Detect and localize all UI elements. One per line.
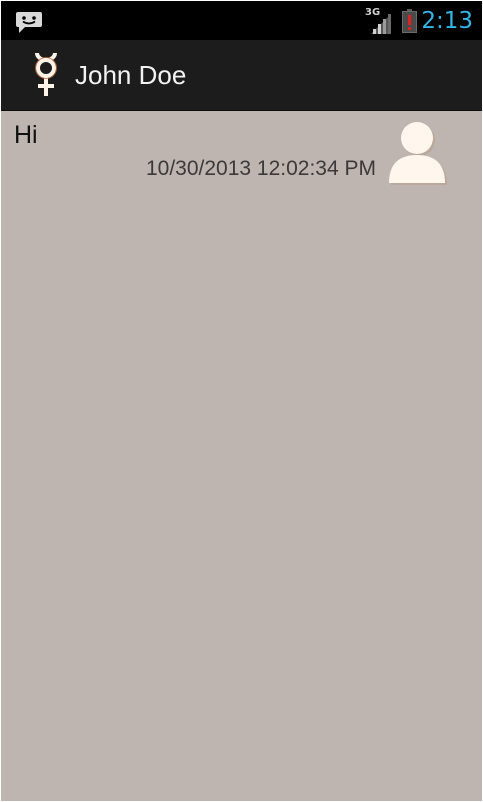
status-bar: 3G 2:13 bbox=[1, 1, 482, 40]
contact-avatar-icon[interactable] bbox=[386, 121, 448, 185]
signal-bars-icon bbox=[371, 14, 391, 34]
message-text: Hi bbox=[14, 121, 38, 149]
app-window: 3G 2:13 John Doe Hi 10/30/2013 12:02:34 … bbox=[1, 1, 482, 801]
mercury-symbol-icon[interactable] bbox=[29, 50, 63, 100]
battery-alert-icon bbox=[402, 9, 417, 33]
chat-bubble-icon bbox=[16, 12, 42, 33]
action-bar: John Doe bbox=[1, 40, 482, 111]
conversation-title: John Doe bbox=[75, 60, 187, 90]
message-timestamp: 10/30/2013 12:02:34 PM bbox=[145, 157, 376, 180]
network-signal: 3G bbox=[365, 8, 393, 34]
status-clock: 2:13 bbox=[421, 8, 473, 34]
